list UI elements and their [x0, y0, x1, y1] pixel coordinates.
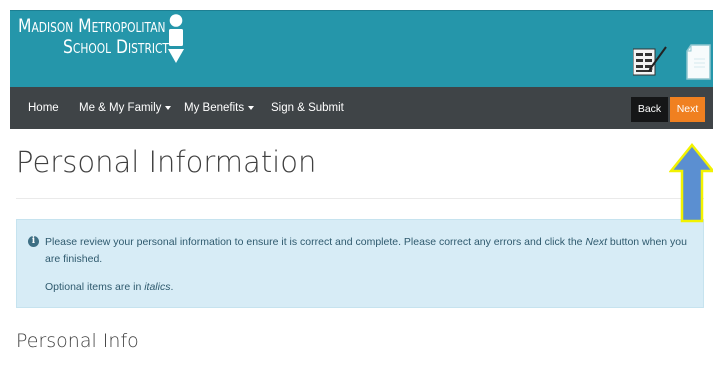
- info-alert: i Please review your personal informatio…: [16, 219, 704, 308]
- next-button[interactable]: Next: [670, 97, 705, 122]
- nav-sign-submit[interactable]: Sign & Submit: [271, 87, 344, 129]
- page-title: Personal Information: [16, 145, 317, 179]
- optional-prefix: Optional items are in: [45, 281, 145, 293]
- document-sign-icon: [633, 46, 667, 76]
- main-navbar: Home Me & My Family My Benefits Sign & S…: [10, 87, 713, 129]
- nav-me-my-family-label: Me & My Family: [79, 102, 162, 114]
- back-button[interactable]: Back: [631, 97, 668, 122]
- optional-emphasis: italics: [144, 281, 171, 293]
- document-icon: [686, 44, 711, 80]
- up-arrow-callout: [669, 143, 713, 223]
- nav-my-benefits-dropdown[interactable]: My Benefits: [184, 87, 255, 129]
- alert-message: Please review your personal information …: [45, 234, 695, 268]
- alert-text-emphasis: Next: [585, 236, 608, 248]
- caret-down-icon: [248, 105, 255, 110]
- header-document-icons: [633, 44, 711, 80]
- district-logo-icon: [168, 14, 184, 63]
- app-window: Madison Metropolitan School District Hom…: [0, 0, 713, 371]
- alert-text-before: Please review your personal information …: [45, 236, 586, 248]
- optional-items-note: Optional items are in italics.: [45, 281, 173, 293]
- nav-sign-submit-label: Sign & Submit: [271, 102, 344, 114]
- nav-me-my-family-dropdown[interactable]: Me & My Family: [79, 87, 172, 129]
- caret-down-icon: [165, 105, 172, 110]
- nav-home[interactable]: Home: [28, 87, 59, 129]
- nav-home-label: Home: [28, 102, 59, 114]
- header-banner: Madison Metropolitan School District: [10, 10, 713, 87]
- section-title-personal-info: Personal Info: [16, 330, 139, 352]
- optional-suffix: .: [170, 281, 174, 293]
- logo-text-line1: Madison Metropolitan: [18, 15, 166, 37]
- title-divider: [16, 198, 704, 199]
- nav-my-benefits-label: My Benefits: [184, 102, 245, 114]
- info-circle-icon: i: [28, 236, 39, 247]
- logo-text-line2: School District: [63, 36, 169, 58]
